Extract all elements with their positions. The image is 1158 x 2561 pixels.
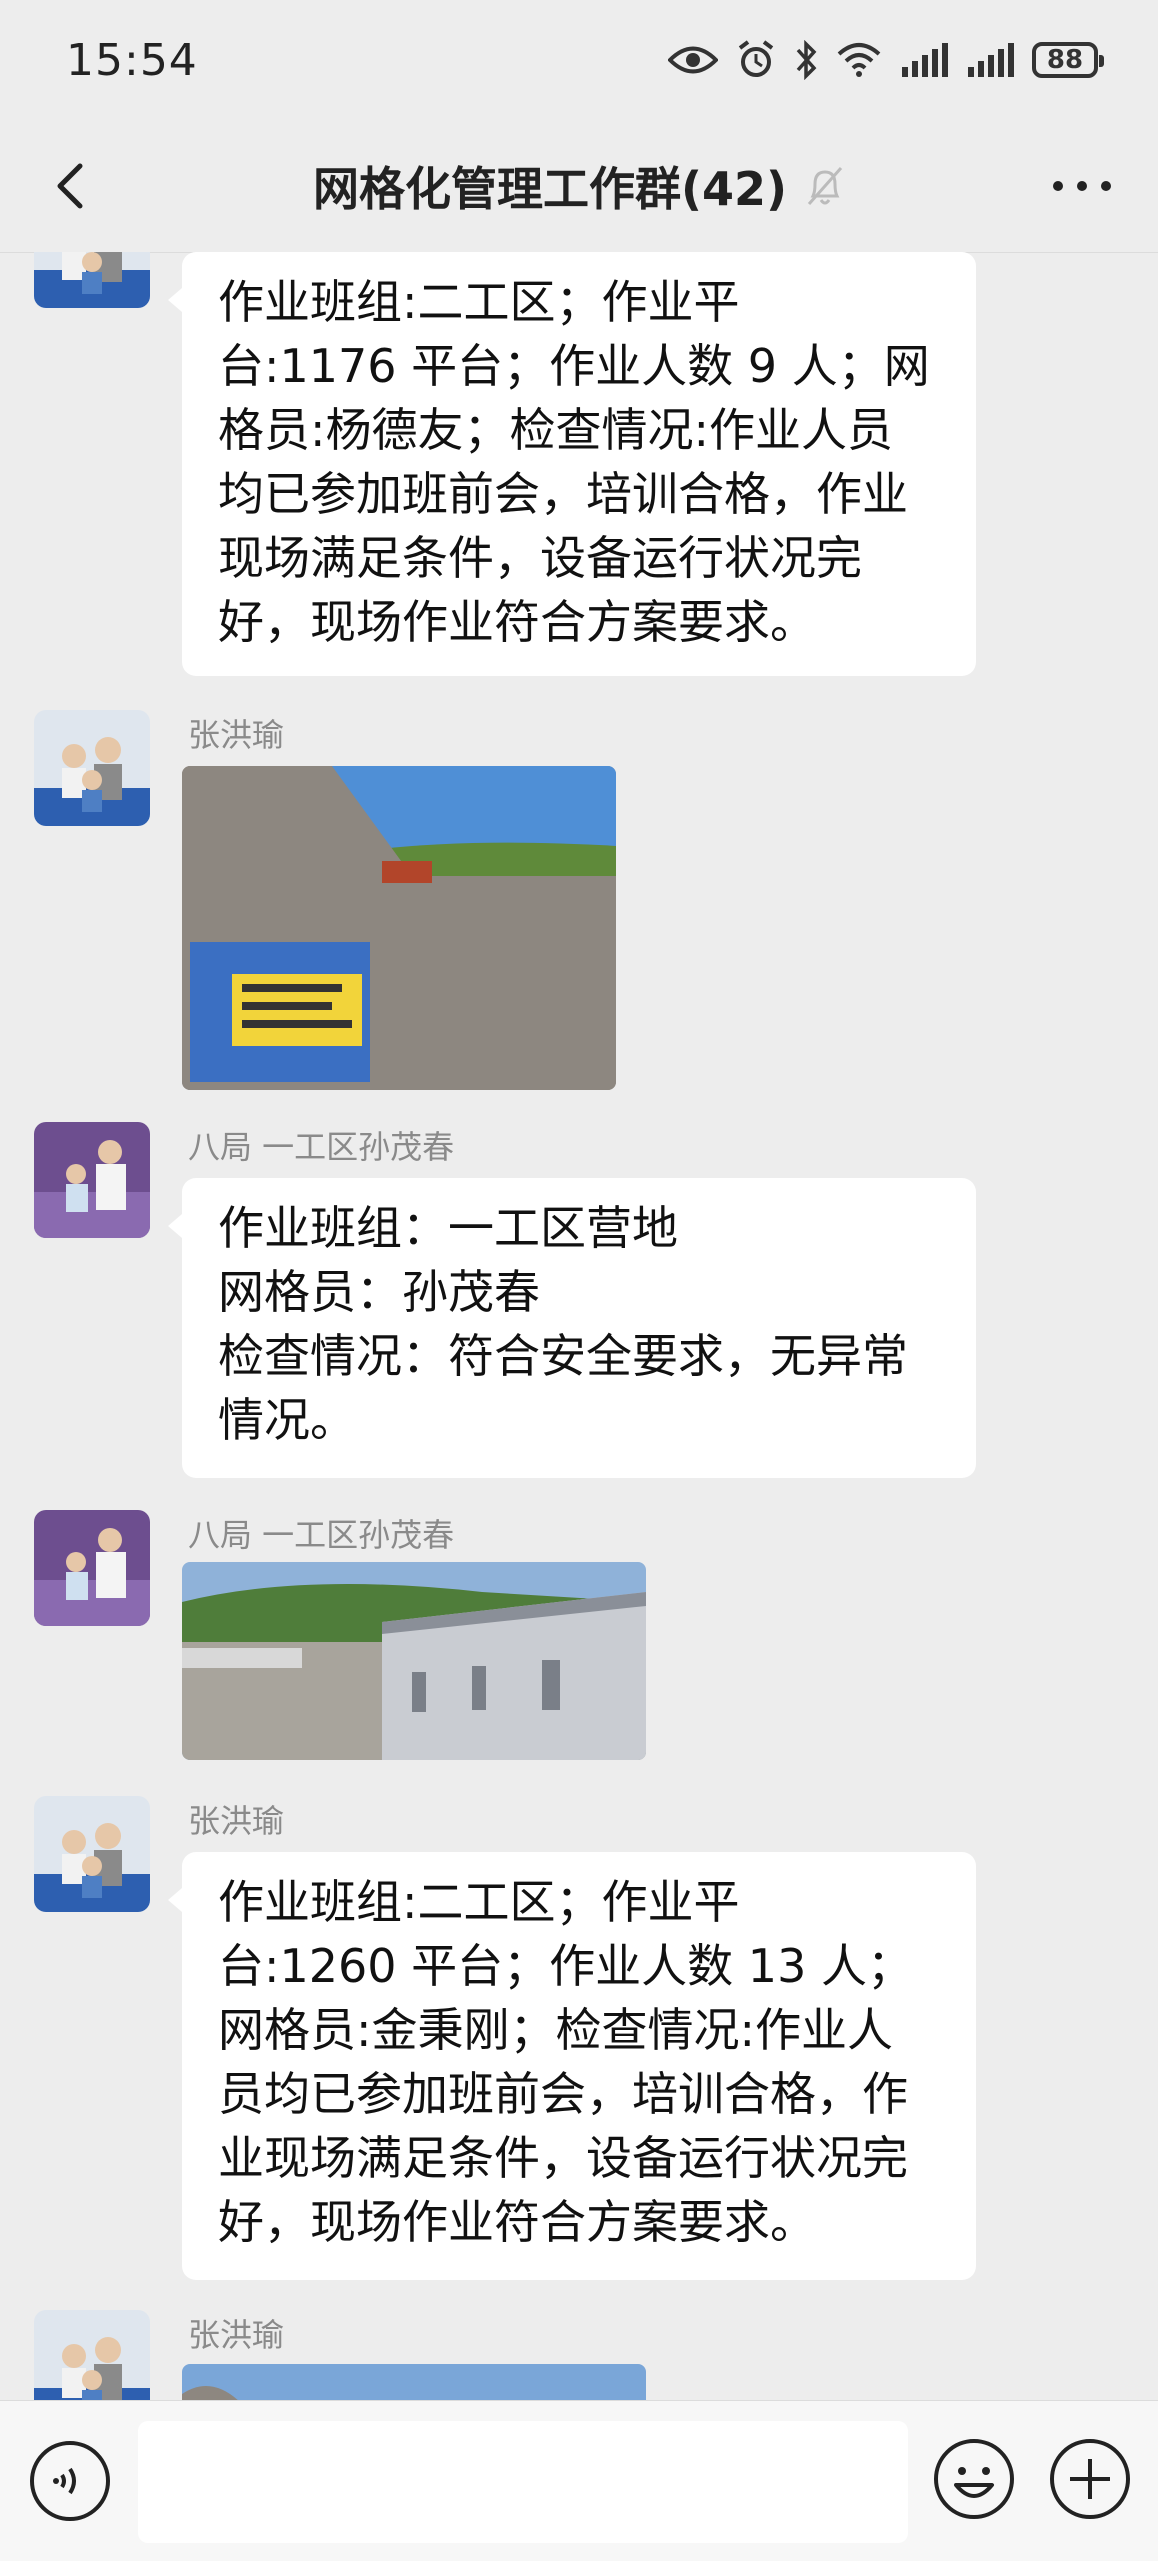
message-image[interactable] [182, 766, 616, 1090]
avatar[interactable] [34, 252, 150, 308]
signal-icon [968, 43, 1014, 77]
emoji-icon[interactable] [932, 2437, 1016, 2521]
status-icons: 88 [668, 40, 1104, 80]
battery-indicator: 88 [1032, 42, 1104, 78]
sender-name: 八局 一工区孙茂春 [188, 1128, 455, 1166]
sender-name: 张洪瑜 [188, 716, 285, 754]
message-bubble[interactable]: 作业班组：一工区营地 网格员：孙茂春 检查情况：符合安全要求，无异常 情况。 [168, 1178, 976, 1478]
bell-off-icon [807, 167, 843, 205]
more-icon[interactable] [1042, 156, 1122, 216]
wifi-icon [837, 43, 881, 77]
message-image[interactable] [182, 1562, 646, 1760]
back-arrow-icon[interactable] [42, 156, 102, 216]
avatar[interactable] [34, 1122, 150, 1238]
chat-header: 网格化管理工作群(42) [0, 120, 1158, 253]
chat-message-list[interactable]: 作业班组:二工区；作业平 台:1176 平台；作业人数 9 人；网 格员:杨德友… [0, 252, 1158, 2400]
avatar[interactable] [34, 710, 150, 826]
eye-icon [668, 46, 718, 74]
avatar[interactable] [34, 1796, 150, 1912]
alarm-icon [738, 40, 774, 77]
input-bar [0, 2400, 1158, 2561]
avatar[interactable] [34, 1510, 150, 1626]
sender-name: 张洪瑜 [188, 2316, 285, 2354]
voice-icon[interactable] [28, 2439, 112, 2523]
message-image[interactable] [182, 2364, 646, 2400]
signal-icon [902, 43, 948, 77]
sender-name: 八局 一工区孙茂春 [188, 1516, 455, 1554]
plus-icon[interactable] [1048, 2437, 1132, 2521]
battery-level: 88 [1046, 45, 1084, 75]
message-input[interactable] [138, 2421, 908, 2543]
message-bubble[interactable]: 作业班组:二工区；作业平 台:1260 平台；作业人数 13 人； 网格员:金秉… [168, 1852, 976, 2280]
chat-title: 网格化管理工作群(42) [312, 162, 788, 216]
avatar[interactable] [34, 2310, 150, 2400]
status-time: 15:54 [66, 34, 198, 86]
bluetooth-icon [796, 40, 817, 80]
sender-name: 张洪瑜 [188, 1802, 285, 1840]
status-bar: 15:54 88 [0, 0, 1158, 120]
message-bubble[interactable]: 作业班组:二工区；作业平 台:1176 平台；作业人数 9 人；网 格员:杨德友… [168, 252, 976, 676]
